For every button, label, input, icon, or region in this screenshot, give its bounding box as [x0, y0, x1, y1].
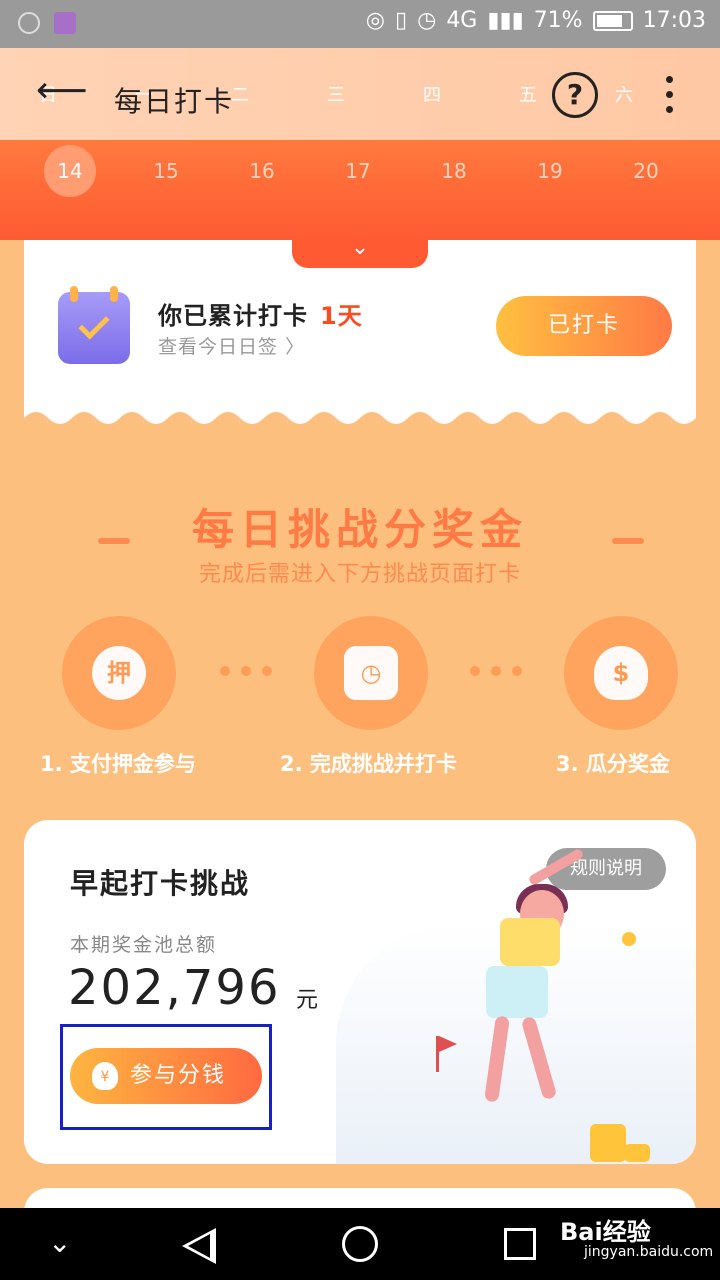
vibrate-icon: ▯ [395, 8, 408, 33]
expand-calendar-tab[interactable]: ⌄ [292, 236, 428, 268]
see-today-link[interactable]: 查看今日日签 〉 [158, 332, 305, 359]
chevron-down-icon[interactable]: ⌄ [351, 235, 369, 260]
date-item[interactable]: 15 [118, 140, 214, 202]
challenge-section-title: 每日挑战分奖金 [191, 505, 528, 554]
recent-apps-icon[interactable] [504, 1228, 536, 1260]
date-item[interactable]: 20 [598, 140, 694, 202]
flag-icon [439, 1036, 457, 1052]
network-label: 4G [446, 8, 478, 33]
wave-divider [24, 408, 696, 424]
help-icon[interactable]: ? [552, 72, 598, 118]
money-bag-icon: $ [612, 659, 630, 687]
streak-days: 1天 [320, 302, 363, 330]
weekday-label: 三 [327, 85, 345, 106]
calendar-check-icon [58, 286, 130, 364]
step-label-pay: 1. 支付押金参与 [40, 752, 196, 776]
annotation-highlight-box [60, 1024, 272, 1130]
sensor-icon [18, 12, 40, 34]
date-item[interactable]: 16 [214, 140, 310, 202]
coin-stack-icon [624, 1144, 650, 1162]
prize-pool-unit: 元 [296, 988, 319, 1013]
weekday-label: 四 [423, 85, 441, 106]
header: 日 一 二 三 四 五 六 ⟵ 每日打卡 ? [0, 48, 720, 140]
step-connector [220, 666, 272, 676]
clock: 17:03 [642, 8, 706, 33]
step-label-checkin: 2. 完成挑战并打卡 [280, 752, 457, 776]
watermark-brand: Bai经验 [560, 1218, 651, 1246]
date-item[interactable]: 17 [310, 140, 406, 202]
woman-illustration-shorts [486, 966, 548, 1018]
prize-pool-amount: 202,796 [68, 960, 281, 1016]
deposit-coin-icon: 押 [107, 659, 131, 687]
status-bar: ◎ ▯ ◷ 4G ▮▮▮ 71% 17:03 [0, 0, 720, 48]
battery-percent: 71% [533, 8, 583, 33]
coin-stack-icon [590, 1124, 626, 1162]
challenge-section-subtitle: 完成后需进入下方挑战页面打卡 [198, 562, 521, 587]
back-triangle-icon[interactable] [182, 1228, 216, 1264]
back-arrow-icon[interactable]: ⟵ [36, 70, 88, 111]
streak-text: 你已累计打卡 1天 [158, 296, 363, 331]
reward-step-icon: $ [564, 616, 678, 730]
streak-label: 你已累计打卡 [158, 302, 308, 330]
cell-signal-icon: ▮▮▮ [487, 8, 524, 33]
chevron-right-icon: 〉 [285, 336, 306, 358]
step-connector [470, 666, 522, 676]
signal-icon: ◎ [365, 8, 385, 33]
challenge-title: 早起打卡挑战 [70, 867, 251, 900]
watermark-url: jingyan.baidu.com [584, 1244, 714, 1260]
pin-icon [622, 932, 636, 946]
page-title: 每日打卡 [114, 85, 235, 118]
date-bar: 14 15 16 17 18 19 20 [0, 140, 720, 240]
deposit-step-icon: 押 [62, 616, 176, 730]
date-item[interactable]: 18 [406, 140, 502, 202]
home-circle-icon[interactable] [342, 1226, 378, 1262]
date-item[interactable]: 19 [502, 140, 598, 202]
calendar-clock-icon: ◷ [360, 659, 382, 687]
checked-in-button[interactable]: 已打卡 [496, 296, 672, 356]
current-date-label[interactable]: 14 [44, 145, 96, 197]
battery-icon [592, 10, 633, 31]
woman-illustration-top [500, 918, 560, 966]
prize-pool-label: 本期奖金池总额 [70, 934, 218, 956]
weekday-row: 日 一 二 三 四 五 六 [0, 48, 720, 140]
checkin-step-icon: ◷ [314, 616, 428, 730]
image-icon [54, 12, 76, 34]
see-today-label[interactable]: 查看今日日签 [158, 336, 278, 358]
hide-nav-icon[interactable]: ⌄ [48, 1226, 71, 1259]
alarm-icon: ◷ [417, 8, 437, 33]
more-menu-icon[interactable] [666, 76, 676, 121]
step-label-reward: 3. 瓜分奖金 [556, 752, 670, 776]
rules-button[interactable]: 规则说明 [546, 848, 666, 890]
